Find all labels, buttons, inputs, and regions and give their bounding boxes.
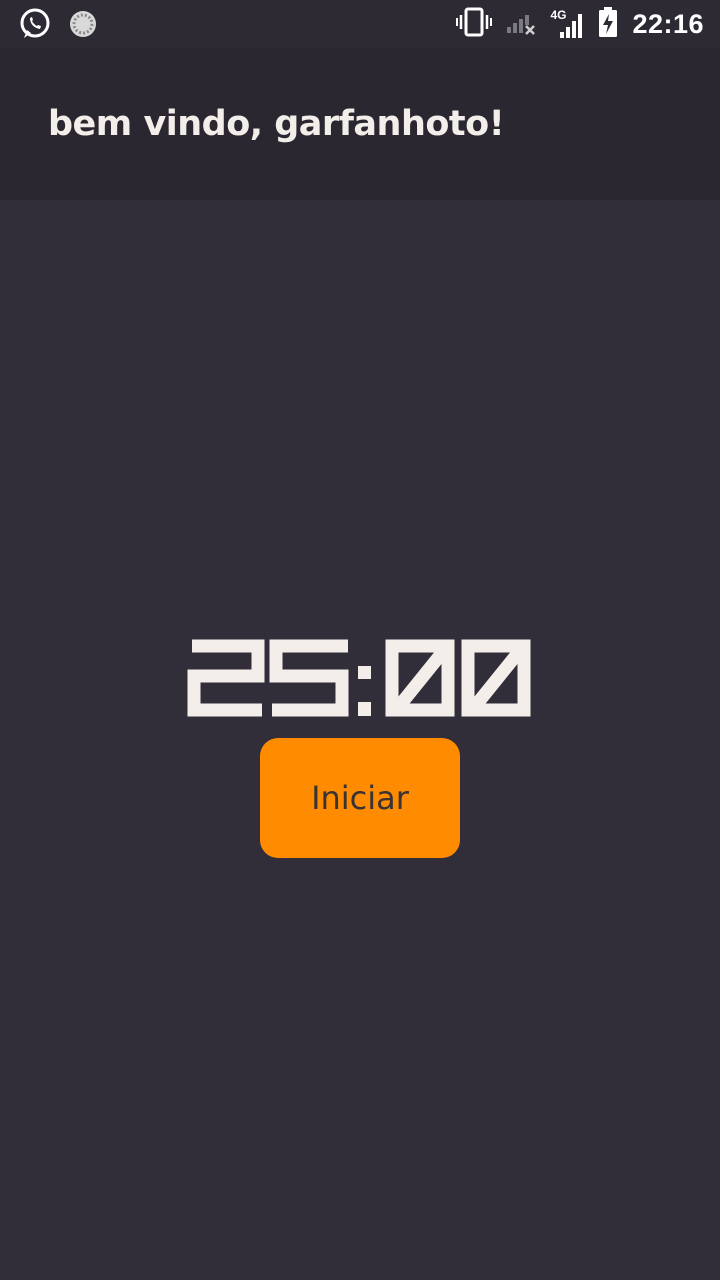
battery-charging-icon: [598, 6, 618, 43]
sync-icon: [68, 9, 98, 44]
notification-icons: [18, 7, 98, 46]
timer-digit-0-first: [385, 639, 455, 717]
timer-colon-bottom: [358, 702, 371, 716]
status-time: 22:16: [632, 8, 704, 39]
timer-digit-5: [269, 639, 349, 717]
timer-text: 25:00: [536, 636, 537, 637]
signal-4g-icon: 4G: [550, 8, 584, 40]
timer-colon-top: [358, 666, 371, 679]
timer-digits: [187, 639, 531, 717]
signal-no-service-icon: [506, 9, 536, 40]
status-bar: 4G 22:16: [0, 0, 720, 48]
start-button[interactable]: Iniciar: [260, 738, 460, 858]
app-bar: bem vindo, garfanhoto!: [0, 48, 720, 200]
page-title: bem vindo, garfanhoto!: [48, 104, 505, 144]
whatsapp-icon: [18, 7, 52, 46]
timer-display: 25:00: [184, 636, 536, 720]
system-icons: 4G 22:16: [456, 0, 704, 48]
timer-digit-2: [187, 639, 265, 717]
timer-digit-0-second: [461, 639, 531, 717]
vibrate-icon: [456, 7, 493, 42]
